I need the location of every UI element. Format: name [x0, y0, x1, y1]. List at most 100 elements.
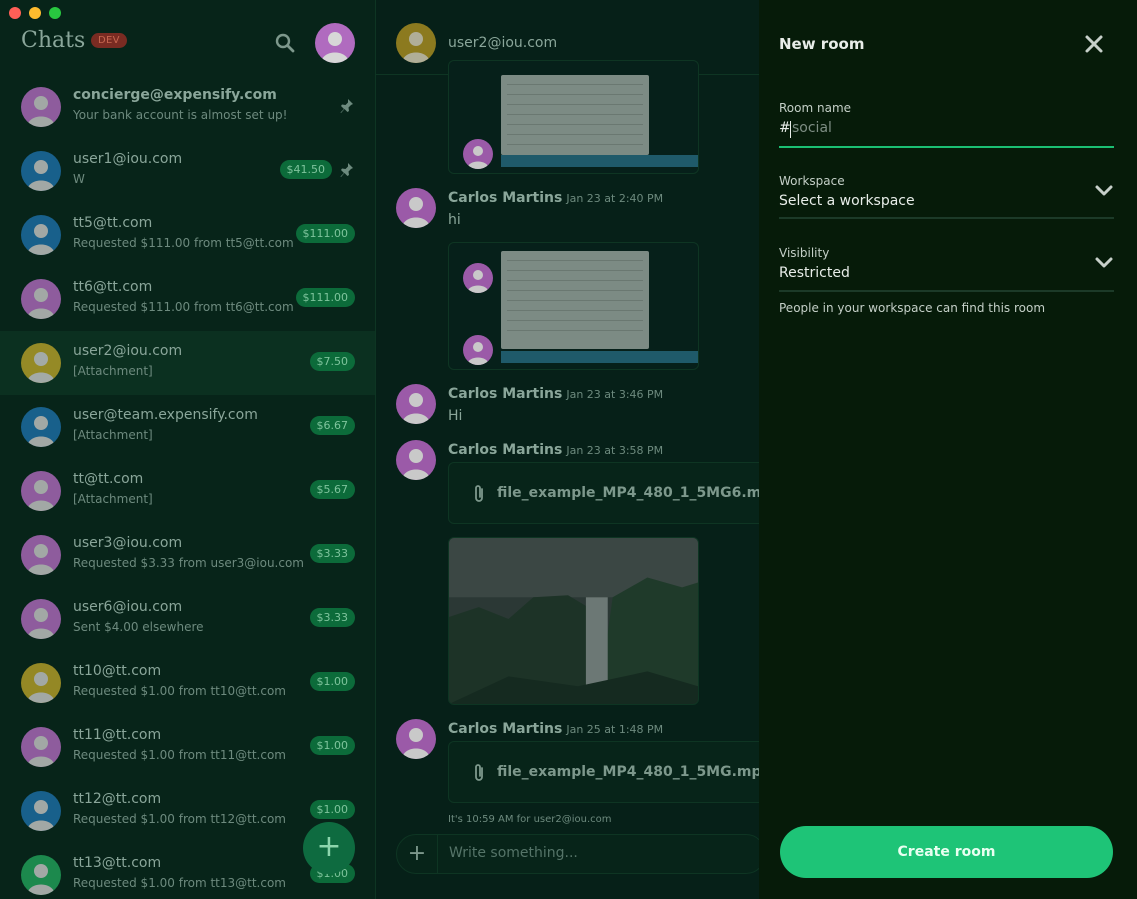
chat-list-item-preview: Requested $1.00 from tt11@tt.com	[73, 748, 286, 762]
message-avatar[interactable]	[396, 719, 436, 759]
add-attachment-button[interactable]: +	[399, 837, 435, 873]
contact-avatar	[21, 343, 61, 383]
contact-avatar	[21, 727, 61, 767]
message-time: Jan 23 at 3:46 PM	[566, 388, 664, 401]
chat-list-item[interactable]: user1@iou.com W $41.50	[0, 139, 375, 203]
visibility-select[interactable]: Visibility Restricted	[779, 246, 1114, 292]
chat-list-item[interactable]: tt11@tt.com Requested $1.00 from tt11@tt.…	[0, 715, 375, 779]
chat-list-item-preview: [Attachment]	[73, 492, 153, 506]
message-input[interactable]: Write something...	[449, 845, 578, 861]
chat-list-item[interactable]: tt6@tt.com Requested $111.00 from tt6@tt.…	[0, 267, 375, 331]
room-name-label: Room name	[779, 101, 852, 115]
visibility-label: Visibility	[779, 246, 830, 260]
composer-divider	[437, 835, 438, 873]
chat-list-item-name: user6@iou.com	[73, 599, 183, 615]
amount-badge: $41.50	[279, 160, 332, 179]
chevron-down-icon	[1095, 257, 1113, 268]
panel-title: New room	[779, 35, 865, 53]
tooltip-preview	[501, 75, 649, 155]
chat-list-item-name: concierge@expensify.com	[73, 87, 277, 103]
sidebar: Chats DEV concierge@expensify.com Your ba…	[0, 0, 376, 899]
chat-list-item-preview: Sent $4.00 elsewhere	[73, 620, 204, 634]
message-time: Jan 25 at 1:48 PM	[566, 723, 664, 736]
chat-list-item-name: user3@iou.com	[73, 535, 183, 551]
window-minimize-control[interactable]	[29, 7, 41, 19]
chat-list-item-name: user@team.expensify.com	[73, 407, 258, 423]
image-attachment[interactable]	[448, 242, 699, 370]
new-chat-fab-button[interactable]: +	[303, 822, 355, 874]
chat-list-item[interactable]: user6@iou.com Sent $4.00 elsewhere $3.33	[0, 587, 375, 651]
chat-pane: user2@iou.com Carlos Martins Jan 23 at 2:…	[376, 0, 760, 899]
chevron-down-icon	[1095, 185, 1113, 196]
app-window: Chats DEV concierge@expensify.com Your ba…	[0, 0, 1137, 899]
amount-badge: $111.00	[295, 288, 355, 307]
contact-avatar	[21, 791, 61, 831]
chat-list-item[interactable]: tt5@tt.com Requested $111.00 from tt5@tt.…	[0, 203, 375, 267]
text-caret	[790, 121, 791, 138]
message-text: Hi	[448, 408, 463, 424]
message-author: Carlos Martins Jan 23 at 2:40 PM	[448, 190, 664, 206]
file-attachment[interactable]: file_example_MP4_480_1_5MG.mp4	[448, 741, 760, 803]
user-avatar[interactable]	[315, 23, 355, 63]
chat-list-item-name: tt12@tt.com	[73, 791, 162, 807]
room-name-input[interactable]: social	[792, 120, 832, 136]
amount-badge: $1.00	[309, 800, 355, 819]
highlight-bar	[501, 351, 698, 363]
chat-list-item-name: tt@tt.com	[73, 471, 144, 487]
message-avatar[interactable]	[396, 440, 436, 480]
chat-list-item-preview: Requested $1.00 from tt13@tt.com	[73, 876, 286, 890]
sidebar-title: Chats	[21, 28, 86, 53]
message-text: hi	[448, 212, 461, 228]
chat-list-item[interactable]: tt10@tt.com Requested $1.00 from tt10@tt.…	[0, 651, 375, 715]
plus-icon: +	[316, 829, 342, 864]
contact-avatar	[21, 471, 61, 511]
contact-avatar	[21, 855, 61, 895]
workspace-value: Select a workspace	[779, 193, 915, 209]
chat-list-item[interactable]: user3@iou.com Requested $3.33 from user3@…	[0, 523, 375, 587]
chat-list-item-preview: Requested $3.33 from user3@iou.com	[73, 556, 304, 570]
chat-list-item-preview: Requested $1.00 from tt10@tt.com	[73, 684, 286, 698]
create-room-button[interactable]: Create room	[780, 826, 1113, 878]
chat-avatar[interactable]	[396, 23, 436, 63]
room-name-prefix: #	[779, 120, 791, 136]
timezone-note: It's 10:59 AM for user2@iou.com	[448, 814, 612, 825]
message-avatar[interactable]	[396, 384, 436, 424]
window-maximize-control[interactable]	[49, 7, 61, 19]
message-author: Carlos Martins Jan 23 at 3:58 PM	[448, 442, 664, 458]
chat-list-item[interactable]: user@team.expensify.com [Attachment] $6.67	[0, 395, 375, 459]
chat-list-item-name: tt6@tt.com	[73, 279, 153, 295]
amount-badge: $7.50	[309, 352, 355, 371]
chat-list-item[interactable]: concierge@expensify.com Your bank account…	[0, 75, 375, 139]
workspace-select[interactable]: Workspace Select a workspace	[779, 174, 1114, 219]
contact-avatar	[21, 407, 61, 447]
amount-badge: $1.00	[309, 672, 355, 691]
window-close-control[interactable]	[9, 7, 21, 19]
contact-avatar	[21, 151, 61, 191]
room-name-field[interactable]: Room name # social	[779, 101, 1114, 148]
chat-list-item[interactable]: tt@tt.com [Attachment] $5.67	[0, 459, 375, 523]
pin-icon	[340, 163, 353, 177]
env-badge: DEV	[91, 33, 127, 48]
amount-badge: $6.67	[309, 416, 355, 435]
chat-title: user2@iou.com	[448, 35, 558, 51]
amount-badge: $3.33	[309, 608, 355, 627]
highlight-bar	[501, 155, 698, 167]
message-avatar[interactable]	[396, 188, 436, 228]
close-icon[interactable]	[1083, 33, 1105, 55]
photo-attachment[interactable]	[448, 537, 699, 705]
search-icon[interactable]	[275, 33, 295, 53]
attachment-avatar	[463, 139, 493, 169]
chat-list-item-preview: Requested $1.00 from tt12@tt.com	[73, 812, 286, 826]
chat-list-item-name: tt11@tt.com	[73, 727, 162, 743]
contact-avatar	[21, 663, 61, 703]
contact-avatar	[21, 87, 61, 127]
attachment-filename: file_example_MP4_480_1_5MG.mp4	[497, 764, 760, 780]
message-time: Jan 23 at 2:40 PM	[566, 192, 664, 205]
paperclip-icon	[475, 764, 483, 781]
message-composer[interactable]: + Write something...	[396, 834, 760, 874]
amount-badge: $5.67	[309, 480, 355, 499]
file-attachment[interactable]: file_example_MP4_480_1_5MG6.mp4	[448, 462, 760, 524]
chat-list-item[interactable]: user2@iou.com [Attachment] $7.50	[0, 331, 375, 395]
chat-list-item-name: user2@iou.com	[73, 343, 183, 359]
image-attachment[interactable]	[448, 60, 699, 174]
